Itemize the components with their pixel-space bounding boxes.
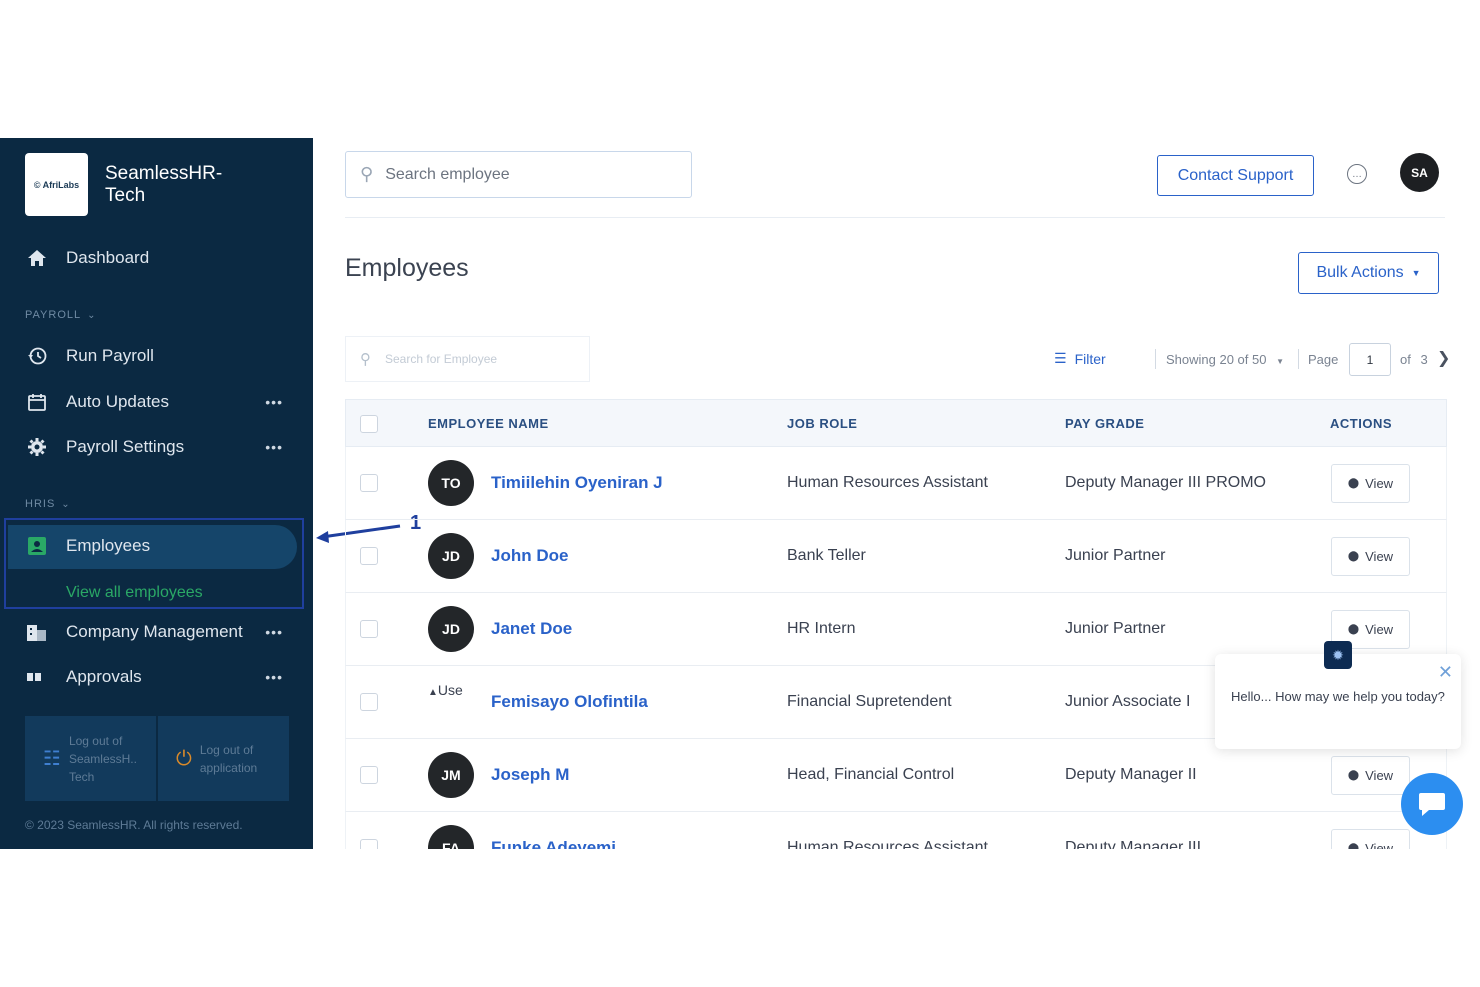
view-label: View <box>1365 548 1394 564</box>
column-header-name[interactable]: EMPLOYEE NAME <box>428 416 549 431</box>
broken-image-icon: ▲ <box>428 687 438 698</box>
job-role: Human Resources Assistant <box>787 474 988 491</box>
table-row: TO Timiilehin Oyeniran J Human Resources… <box>345 447 1447 520</box>
job-role: Bank Teller <box>787 547 866 564</box>
row-checkbox[interactable] <box>360 766 378 784</box>
pay-grade: Junior Associate I <box>1065 693 1191 710</box>
column-header-role[interactable]: JOB ROLE <box>787 416 857 431</box>
view-button[interactable]: ⬤ View <box>1331 828 1410 850</box>
table-clip: EMPLOYEE NAME JOB ROLE PAY GRADE ACTIONS… <box>0 0 1480 849</box>
eye-icon: ⬤ <box>1347 769 1360 781</box>
avatar: JD <box>428 606 474 652</box>
row-checkbox[interactable] <box>360 693 378 711</box>
view-label: View <box>1365 621 1394 637</box>
table-row: JM Joseph M Head, Financial Control Depu… <box>345 739 1447 812</box>
pay-grade: Junior Partner <box>1065 547 1166 564</box>
employee-name-link[interactable]: Femisayo Olofintila <box>491 692 648 712</box>
table-row: FA Funke Adeyemi Human Resources Assista… <box>345 812 1447 849</box>
view-button[interactable]: ⬤ View <box>1331 463 1410 503</box>
table-row: JD John Doe Bank Teller Junior Partner ⬤… <box>345 520 1447 593</box>
employee-name-link[interactable]: Janet Doe <box>491 619 572 639</box>
row-checkbox[interactable] <box>360 839 378 849</box>
select-all-checkbox[interactable] <box>360 415 378 433</box>
chat-message: Hello... How may we help you today? <box>1231 689 1445 704</box>
row-checkbox[interactable] <box>360 620 378 638</box>
pay-grade: Deputy Manager III PROMO <box>1065 474 1266 491</box>
column-header-grade[interactable]: PAY GRADE <box>1065 416 1144 431</box>
chat-launcher-button[interactable] <box>1401 773 1463 835</box>
avatar: JM <box>428 752 474 798</box>
eye-icon: ⬤ <box>1347 623 1360 635</box>
eye-icon: ⬤ <box>1347 842 1360 850</box>
pay-grade: Deputy Manager II <box>1065 766 1197 783</box>
pay-grade: Junior Partner <box>1065 620 1166 637</box>
row-checkbox[interactable] <box>360 547 378 565</box>
avatar: FA <box>428 825 474 849</box>
employees-table: EMPLOYEE NAME JOB ROLE PAY GRADE ACTIONS… <box>345 399 1447 849</box>
chat-agent-icon: ✹ <box>1324 641 1352 669</box>
pay-grade: Deputy Manager III <box>1065 839 1202 849</box>
view-label: View <box>1365 475 1394 491</box>
avatar: JD <box>428 533 474 579</box>
broken-avatar-image: ▲Use <box>428 682 463 698</box>
employee-name-link[interactable]: John Doe <box>491 546 568 566</box>
image-alt-text: Use <box>437 682 463 698</box>
view-label: View <box>1365 767 1394 783</box>
eye-icon: ⬤ <box>1347 550 1360 562</box>
employee-name-link[interactable]: Funke Adeyemi <box>491 838 616 849</box>
row-checkbox[interactable] <box>360 474 378 492</box>
avatar: TO <box>428 460 474 506</box>
table-header: EMPLOYEE NAME JOB ROLE PAY GRADE ACTIONS <box>345 399 1447 447</box>
eye-icon: ⬤ <box>1347 477 1360 489</box>
close-icon[interactable]: ✕ <box>1438 660 1453 685</box>
view-label: View <box>1365 840 1394 850</box>
employee-name-link[interactable]: Timiilehin Oyeniran J <box>491 473 663 493</box>
column-header-actions: ACTIONS <box>1330 415 1392 431</box>
view-button[interactable]: ⬤ View <box>1331 755 1410 795</box>
job-role: HR Intern <box>787 620 856 637</box>
view-button[interactable]: ⬤ View <box>1331 536 1410 576</box>
job-role: Financial Supretendent <box>787 693 952 710</box>
job-role: Head, Financial Control <box>787 766 955 783</box>
job-role: Human Resources Assistant <box>787 839 988 849</box>
employee-name-link[interactable]: Joseph M <box>491 765 569 785</box>
chat-bubble-icon <box>1419 793 1445 816</box>
